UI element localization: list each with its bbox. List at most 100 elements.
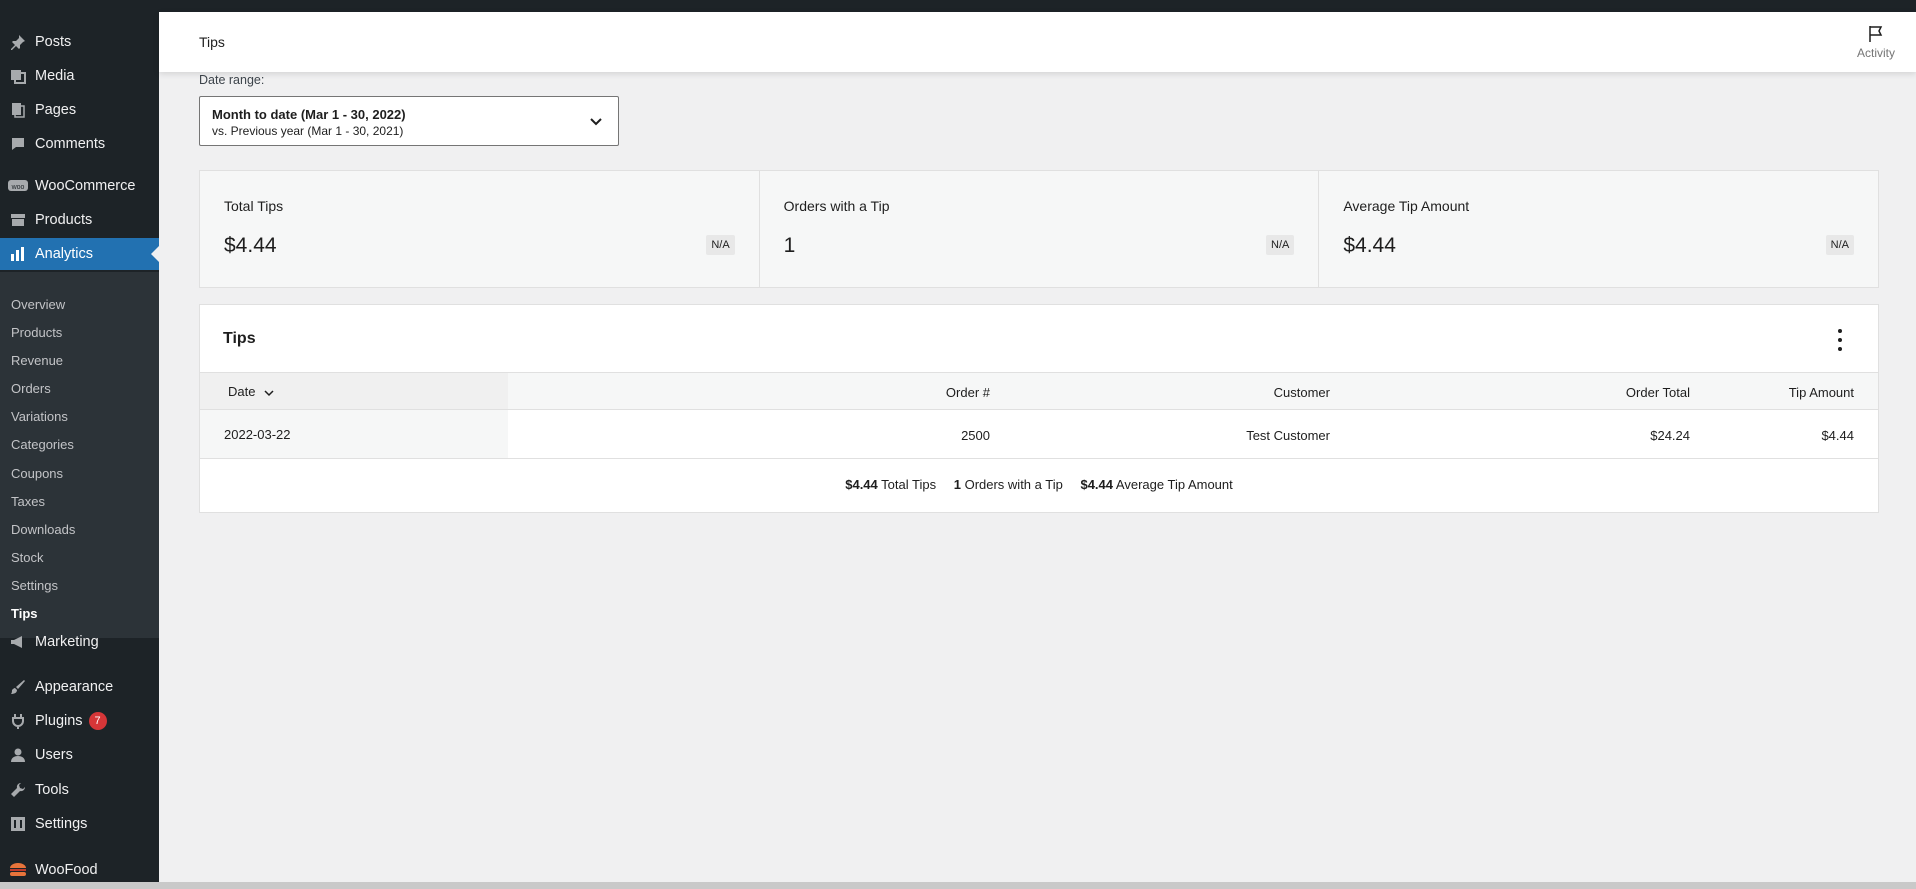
pages-icon: [8, 101, 28, 119]
table-options-button[interactable]: [1830, 327, 1850, 353]
menu-item-tools[interactable]: Tools: [0, 774, 159, 806]
flag-icon: [1869, 25, 1883, 42]
date-range-label: Date range:: [199, 73, 265, 87]
summary-delta: N/A: [1266, 235, 1295, 255]
column-header-customer: Customer: [1273, 385, 1330, 400]
footer-orders-label: Orders with a Tip: [964, 477, 1063, 492]
submenu-item-taxes[interactable]: Taxes: [11, 494, 45, 509]
more-vertical-icon: [1838, 329, 1842, 334]
menu-item-products[interactable]: Products: [0, 204, 159, 236]
footer-avg-value: $4.44: [1080, 477, 1114, 492]
date-range-secondary: vs. Previous year (Mar 1 - 30, 2021): [212, 124, 404, 138]
cell-order[interactable]: 2500: [800, 428, 990, 443]
table-summary: $4.44 Total Tips 1 Orders with a Tip $4.…: [200, 477, 1878, 492]
footer-avg-label: Average Tip Amount: [1115, 477, 1233, 492]
menu-item-posts[interactable]: Posts: [0, 26, 159, 58]
summary-card-orders-with-tip[interactable]: Orders with a Tip 1 N/A: [760, 171, 1320, 287]
summary-label: Average Tip Amount: [1343, 198, 1470, 214]
bar-chart-icon: [8, 245, 28, 263]
comment-icon: [8, 135, 28, 153]
menu-label: Media: [35, 68, 75, 84]
submenu-item-products[interactable]: Products: [11, 325, 62, 340]
update-count-badge: 7: [88, 712, 107, 730]
menu-item-users[interactable]: Users: [0, 739, 159, 771]
submenu-item-settings[interactable]: Settings: [11, 578, 58, 593]
summary-value: $4.44: [1343, 234, 1396, 257]
footer-orders-value: 1: [953, 477, 961, 492]
settings-icon: [8, 815, 28, 833]
dot: [1838, 337, 1842, 342]
menu-label: Appearance: [35, 679, 114, 695]
dot: [1838, 346, 1842, 351]
menu-label: Settings: [35, 816, 88, 832]
column-header-tip-amount[interactable]: Tip Amount: [1650, 385, 1854, 400]
woo-icon: woo: [8, 177, 28, 195]
page-title: Tips: [199, 34, 225, 50]
menu-item-pages[interactable]: Pages: [0, 94, 159, 126]
menu-label: Plugins: [35, 713, 83, 729]
menu-item-media[interactable]: Media: [0, 60, 159, 92]
cell-tip-amount: $4.44: [1821, 428, 1854, 443]
summary-label: Total Tips: [224, 198, 284, 214]
activity-button[interactable]: Activity: [1836, 12, 1916, 72]
submenu-item-tips[interactable]: Tips: [11, 606, 38, 621]
menu-label: Pages: [35, 102, 77, 118]
submenu-item-orders[interactable]: Orders: [11, 381, 51, 396]
cell-customer: Test Customer: [1246, 428, 1330, 443]
menu-label: Tools: [35, 782, 69, 798]
page-header: Tips Activity: [159, 12, 1916, 72]
menu-item-analytics[interactable]: Analytics: [0, 238, 159, 270]
summary-label: Orders with a Tip: [783, 198, 890, 214]
burger-icon: [8, 861, 28, 879]
menu-label: Posts: [35, 34, 72, 50]
submenu-item-stock[interactable]: Stock: [11, 550, 44, 565]
menu-item-settings[interactable]: Settings: [0, 808, 159, 840]
table-title: Tips: [223, 330, 256, 347]
menu-item-plugins[interactable]: Plugins 7: [0, 705, 159, 737]
activity-label: Activity: [1856, 45, 1895, 60]
analytics-submenu: Overview Products Revenue Orders Variati…: [0, 272, 159, 638]
submenu-item-variations[interactable]: Variations: [11, 409, 68, 424]
bottom-edge: [0, 882, 1916, 889]
cell-date: 2022-03-22: [200, 410, 508, 458]
menu-item-comments[interactable]: Comments: [0, 128, 159, 160]
summary-numbers: Total Tips $4.44 N/A Orders with a Tip 1…: [199, 170, 1879, 288]
summary-value: 1: [783, 234, 796, 257]
pushpin-icon: [8, 33, 28, 51]
submenu-item-categories[interactable]: Categories: [11, 437, 74, 452]
menu-item-appearance[interactable]: Appearance: [0, 671, 159, 703]
summary-delta: N/A: [1825, 235, 1855, 255]
menu-label: Comments: [35, 136, 106, 152]
menu-item-woocommerce[interactable]: woo WooCommerce: [0, 170, 159, 202]
svg-text:woo: woo: [11, 184, 25, 191]
column-label: Date: [228, 384, 256, 399]
submenu-item-overview[interactable]: Overview: [11, 297, 65, 312]
menu-label: WooCommerce: [35, 178, 136, 194]
submenu-item-downloads[interactable]: Downloads: [11, 522, 75, 537]
menu-item-marketing[interactable]: Marketing: [0, 626, 159, 658]
archive-icon: [8, 211, 28, 229]
menu-label: Analytics: [35, 246, 94, 262]
menu-label: Marketing: [35, 634, 99, 650]
submenu-item-coupons[interactable]: Coupons: [11, 466, 63, 481]
tips-table-card: Tips Date Order # Customer Order Total T…: [199, 304, 1879, 513]
menu-label: Products: [35, 212, 93, 228]
megaphone-icon: [8, 633, 28, 651]
user-icon: [8, 746, 28, 764]
column-header-date[interactable]: Date: [200, 373, 508, 409]
table-header-row: Date Order # Customer Order Total Tip Am…: [200, 372, 1878, 410]
footer-total-tips-label: Total Tips: [881, 477, 937, 492]
sort-chevron-icon: [264, 390, 274, 396]
date-range-primary: Month to date (Mar 1 - 30, 2022): [212, 107, 406, 122]
menu-label: Users: [35, 747, 73, 763]
date-range-picker[interactable]: Month to date (Mar 1 - 30, 2022) vs. Pre…: [199, 96, 619, 146]
chevron-down-icon: [590, 118, 602, 126]
submenu-item-revenue[interactable]: Revenue: [11, 353, 63, 368]
summary-card-average-tip[interactable]: Average Tip Amount $4.44 N/A: [1319, 171, 1878, 287]
summary-card-total-tips[interactable]: Total Tips $4.44 N/A: [200, 171, 760, 287]
admin-bar: [0, 0, 1916, 12]
brush-icon: [8, 678, 28, 696]
column-header-order[interactable]: Order #: [800, 385, 990, 400]
summary-value: $4.44: [224, 234, 277, 257]
menu-label: WooFood: [35, 862, 98, 878]
